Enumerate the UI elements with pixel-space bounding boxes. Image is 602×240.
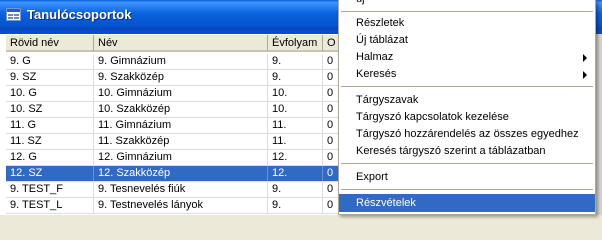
menu-separator (341, 189, 593, 190)
cell-grade: 11. (268, 118, 323, 133)
menu-item-keyword-links[interactable]: Tárgyszó kapcsolatok kezelése (339, 108, 595, 126)
app-window-icon (6, 8, 21, 21)
cell-name: 9. Testnevelés lányok (94, 198, 268, 213)
cell-short-name: 11. SZ (6, 134, 94, 149)
menu-item-details[interactable]: Részletek (339, 14, 595, 32)
cell-name: 9. Szakközép (94, 70, 268, 85)
cell-grade: 12. (268, 166, 323, 181)
menu-item-keywords[interactable]: Tárgyszavak (339, 91, 595, 109)
main-window: Tanulócsoportok Rövid név Név Évfolyam O… (0, 0, 602, 215)
menu-item-search-by-keyword[interactable]: Keresés tárgyszó szerint a táblázatban (339, 142, 595, 160)
vertical-scrollbar[interactable] (595, 34, 602, 215)
cell-grade: 9. (268, 198, 323, 213)
cell-short-name: 9. G (6, 54, 94, 69)
cell-grade: 9. (268, 70, 323, 85)
cell-name: 9. Gimnázium (94, 54, 268, 69)
cell-name: 12. Gimnázium (94, 150, 268, 165)
cell-name: 10. Szakközép (94, 102, 268, 117)
menu-item-export[interactable]: Export (339, 168, 595, 186)
column-header-grade[interactable]: Évfolyam (268, 35, 323, 52)
menu-item-new-table[interactable]: Új táblázat (339, 31, 595, 49)
context-menu: új Részletek Új táblázat Halmaz Keresés … (338, 0, 596, 215)
cell-name: 11. Gimnázium (94, 118, 268, 133)
cell-grade: 12. (268, 150, 323, 165)
menu-item-participations[interactable]: Részvételek (339, 194, 595, 212)
menu-item-keyword-assign-all[interactable]: Tárgyszó hozzárendelés az összes egyedhe… (339, 125, 595, 143)
cell-name: 11. Szakközép (94, 134, 268, 149)
cell-grade: 10. (268, 102, 323, 117)
menu-item-search[interactable]: Keresés (339, 65, 595, 83)
menu-item-search-label: Keresés (356, 68, 397, 80)
cell-grade: 11. (268, 134, 323, 149)
cell-grade: 10. (268, 86, 323, 101)
cell-grade: 9. (268, 182, 323, 197)
menu-item-set[interactable]: Halmaz (339, 48, 595, 66)
cell-short-name: 12. G (6, 150, 94, 165)
chevron-right-icon (583, 54, 587, 62)
cell-name: 10. Gimnázium (94, 86, 268, 101)
cell-name: 9. Tesnevelés fiúk (94, 182, 268, 197)
menu-separator (341, 11, 593, 12)
column-header-short-name[interactable]: Rövid név (6, 35, 94, 52)
menu-item-new-partial[interactable]: új (339, 0, 595, 8)
chevron-right-icon (583, 71, 587, 79)
cell-short-name: 10. G (6, 86, 94, 101)
menu-separator (341, 86, 593, 87)
cell-short-name: 9. TEST_L (6, 198, 94, 213)
cell-short-name: 9. SZ (6, 70, 94, 85)
cell-short-name: 9. TEST_F (6, 182, 94, 197)
column-header-name[interactable]: Név (94, 35, 268, 52)
cell-short-name: 12. SZ (6, 166, 94, 181)
menu-separator (341, 163, 593, 164)
cell-short-name: 10. SZ (6, 102, 94, 117)
menu-item-set-label: Halmaz (356, 51, 394, 63)
cell-short-name: 11. G (6, 118, 94, 133)
window-title: Tanulócsoportok (27, 7, 132, 22)
cell-grade: 9. (268, 54, 323, 69)
cell-name: 12. Szakközép (94, 166, 268, 181)
